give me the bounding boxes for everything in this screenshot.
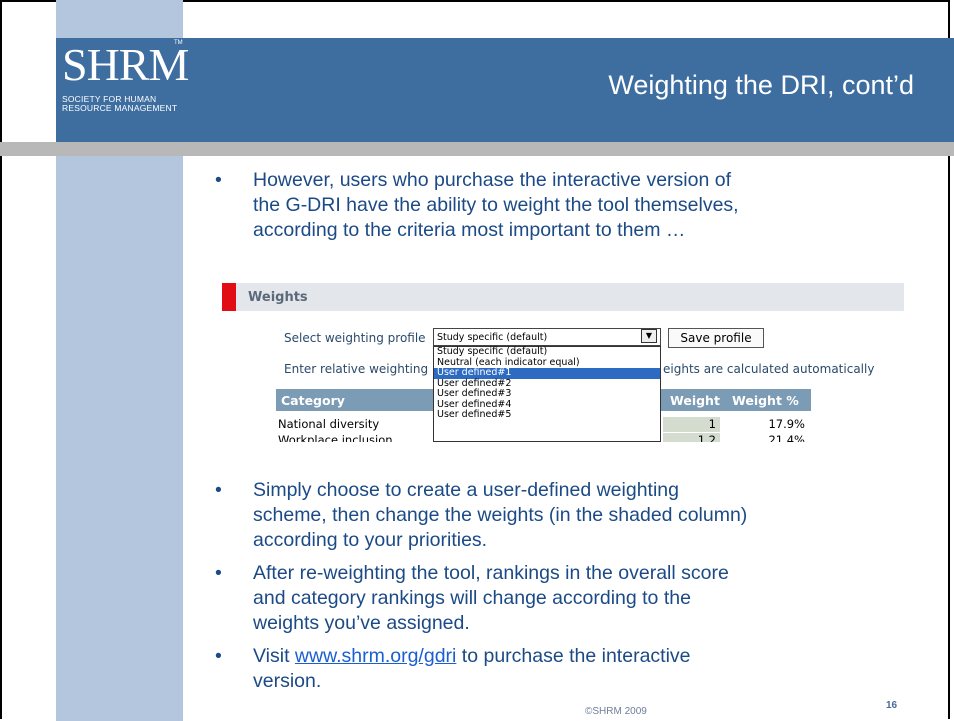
dropdown-option[interactable]: Study specific (default) xyxy=(434,346,660,358)
bullet-line: Visit www.shrm.org/gdri to purchase the … xyxy=(253,644,915,669)
weights-title: Weights xyxy=(248,290,308,305)
embedded-screenshot: Weights Select weighting profile Study s… xyxy=(222,271,904,449)
gdri-link[interactable]: www.shrm.org/gdri xyxy=(295,645,456,667)
save-profile-button[interactable]: Save profile xyxy=(668,328,764,348)
purchase-text: to purchase the interactive xyxy=(456,645,691,667)
weight-input[interactable]: 1 xyxy=(663,417,720,432)
profile-select[interactable]: Study specific (default) xyxy=(433,328,661,346)
bullet-line: weights you’ve assigned. xyxy=(253,612,470,634)
bullet-item: • However, users who purchase the intera… xyxy=(215,168,915,243)
visit-text: Visit xyxy=(253,645,295,667)
weights-section-header xyxy=(222,283,904,311)
dropdown-option-selected[interactable]: User defined#1 xyxy=(434,367,660,379)
bullet-item: • Visit www.shrm.org/gdri to purchase th… xyxy=(215,644,915,694)
profile-dropdown-list: Study specific (default) Neutral (each i… xyxy=(433,346,661,442)
gray-band xyxy=(0,142,954,156)
bullet-line: version. xyxy=(253,670,322,692)
dropdown-option[interactable]: User defined#3 xyxy=(434,388,660,400)
dropdown-option[interactable]: User defined#5 xyxy=(434,409,660,421)
bullet-dot: • xyxy=(215,479,222,501)
bullet-line: and category rankings will change accord… xyxy=(253,587,691,609)
header-category: Category xyxy=(281,393,345,408)
bullet-list-top: • However, users who purchase the intera… xyxy=(215,168,915,243)
copyright: ©SHRM 2009 xyxy=(585,706,647,717)
bullet-dot: • xyxy=(215,645,222,667)
select-profile-label: Select weighting profile xyxy=(284,331,426,345)
logo-subtitle: SOCIETY FOR HUMAN RESOURCE MANAGEMENT xyxy=(62,95,182,113)
bullet-line: scheme, then change the weights (in the … xyxy=(253,504,748,526)
header-weight: Weight xyxy=(670,393,720,408)
bullet-line: according to the criteria most important… xyxy=(253,219,686,241)
enter-weighting-text: Enter relative weighting xyxy=(284,362,429,376)
red-accent-bar xyxy=(222,283,236,311)
chevron-down-icon[interactable]: ▼ xyxy=(641,329,657,343)
row-category: National diversity xyxy=(278,417,380,431)
bullet-item: • After re-weighting the tool, rankings … xyxy=(215,561,915,636)
slide-title: Weighting the DRI, cont’d xyxy=(608,70,914,100)
bullet-line: However, users who purchase the interact… xyxy=(253,169,731,191)
screenshot-clip xyxy=(222,442,904,449)
bullet-list-bottom: • Simply choose to create a user-defined… xyxy=(215,478,915,702)
logo-sub-line2: RESOURCE MANAGEMENT xyxy=(62,103,178,113)
page-number: 16 xyxy=(886,700,898,711)
bullet-line: according to your priorities. xyxy=(253,529,488,551)
bullet-dot: • xyxy=(215,562,222,584)
bullet-line: After re-weighting the tool, rankings in… xyxy=(253,562,729,584)
shrm-logo: SHRM xyxy=(62,39,189,90)
bullet-item: • Simply choose to create a user-defined… xyxy=(215,478,915,553)
auto-calc-text: eights are calculated automatically xyxy=(663,362,875,376)
bullet-line: the G-DRI have the ability to weight the… xyxy=(253,194,739,216)
bullet-line: Simply choose to create a user-defined w… xyxy=(253,479,679,501)
header-weight-pct: Weight % xyxy=(732,393,799,408)
logo-trademark: TM xyxy=(174,40,183,46)
bullet-dot: • xyxy=(215,169,222,191)
weight-pct-value: 17.9% xyxy=(768,417,805,431)
